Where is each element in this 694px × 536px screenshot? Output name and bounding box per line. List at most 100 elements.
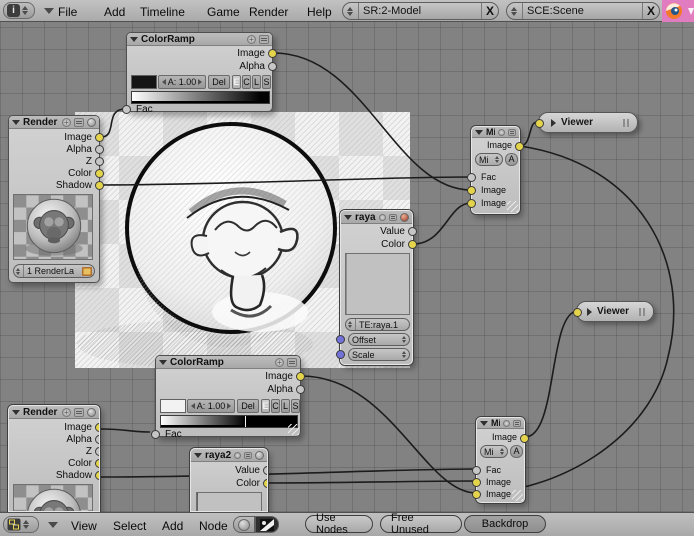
socket-shadow-out[interactable] bbox=[95, 181, 104, 190]
material-nodes-button[interactable] bbox=[233, 516, 255, 533]
editor-type-button[interactable] bbox=[3, 516, 39, 533]
socket-image-out[interactable] bbox=[520, 434, 529, 443]
collapse-triangle-icon[interactable] bbox=[480, 420, 488, 426]
socket-image-out[interactable] bbox=[95, 423, 99, 432]
node-colorramp-2-header[interactable]: ColorRamp + bbox=[156, 356, 300, 369]
mode-spinner-icon[interactable] bbox=[493, 154, 502, 165]
node-menu-icon[interactable] bbox=[244, 451, 252, 459]
layer-spinner-icon[interactable] bbox=[14, 265, 24, 277]
interp-spline-button[interactable]: S bbox=[291, 399, 300, 413]
socket-value-out[interactable] bbox=[263, 466, 267, 475]
plus-icon[interactable]: + bbox=[275, 357, 284, 367]
menu-add[interactable]: Add bbox=[159, 517, 186, 535]
socket-z-out[interactable] bbox=[95, 447, 99, 456]
socket-image-out[interactable] bbox=[296, 372, 305, 381]
menu-node[interactable]: Node bbox=[196, 517, 231, 535]
node-mix-2-header[interactable]: Mix bbox=[477, 418, 524, 429]
interp-linear-button[interactable]: L bbox=[252, 75, 261, 89]
socket-z-out[interactable] bbox=[95, 157, 104, 166]
ramp-color-swatch[interactable] bbox=[160, 399, 186, 413]
socket-alpha-out[interactable] bbox=[296, 385, 305, 394]
node-renderlayers-2[interactable]: Render Laye + Image Alpha Z Color Shadow bbox=[8, 405, 100, 512]
scale-field[interactable]: Scale bbox=[348, 348, 410, 361]
socket-value-out[interactable] bbox=[408, 227, 417, 236]
socket-alpha-out[interactable] bbox=[268, 62, 277, 71]
collapse-triangle-icon[interactable] bbox=[475, 129, 483, 135]
socket-image-out[interactable] bbox=[95, 133, 104, 142]
socket-image2-in[interactable] bbox=[472, 490, 481, 499]
scene-name[interactable]: SCE:Scene bbox=[523, 5, 642, 17]
panel-collapse-icon[interactable] bbox=[48, 522, 58, 528]
blend-mode-selector[interactable]: Mi bbox=[480, 445, 508, 458]
plus-icon[interactable] bbox=[498, 128, 505, 136]
render-layer-selector[interactable]: 1 RenderLa bbox=[13, 264, 95, 278]
texture-nodes-button[interactable] bbox=[255, 516, 279, 533]
plus-icon[interactable]: + bbox=[247, 34, 256, 44]
node-renderlayers-1[interactable]: Render Laye + Image Alpha Z Color Shadow… bbox=[8, 115, 104, 283]
interp-ease-button[interactable]: E bbox=[261, 399, 270, 413]
plus-icon[interactable]: + bbox=[62, 117, 71, 127]
scene-spinner-icon[interactable] bbox=[507, 3, 523, 19]
socket-image2-in[interactable] bbox=[467, 199, 476, 208]
node-renderlayers-2-header[interactable]: Render Laye + bbox=[9, 406, 99, 419]
mode-spinner-icon[interactable] bbox=[498, 446, 507, 457]
menu-select[interactable]: Select bbox=[110, 517, 149, 535]
expand-triangle-icon[interactable] bbox=[551, 118, 556, 127]
colorband-widget[interactable] bbox=[160, 415, 298, 428]
screen-name[interactable]: SR:2-Model bbox=[359, 5, 481, 17]
node-texture-raya2-header[interactable]: raya2 bbox=[191, 449, 267, 462]
menu-timeline[interactable]: Timeline bbox=[137, 3, 188, 21]
offset-field[interactable]: Offset bbox=[348, 333, 410, 346]
scale-spinner-icon[interactable] bbox=[400, 349, 409, 360]
menu-game[interactable]: Game bbox=[204, 3, 243, 21]
socket-fac-in[interactable] bbox=[151, 430, 160, 439]
node-menu-icon[interactable] bbox=[508, 128, 516, 136]
socket-fac-in[interactable] bbox=[122, 105, 131, 114]
collapse-triangle-icon[interactable] bbox=[130, 36, 138, 42]
collapse-triangle-icon[interactable] bbox=[12, 119, 20, 125]
increment-icon[interactable] bbox=[198, 79, 203, 85]
ramp-alpha-stepper[interactable]: A: 1.00 bbox=[158, 75, 206, 89]
expand-triangle-icon[interactable] bbox=[587, 307, 592, 316]
interp-cardinal-button[interactable]: C bbox=[271, 399, 280, 413]
delete-stop-button[interactable]: Del bbox=[208, 75, 230, 89]
node-colorramp-1[interactable]: ColorRamp + Image Alpha A: 1.00 Del E C … bbox=[122, 32, 277, 115]
preview-ball-icon[interactable] bbox=[87, 117, 96, 127]
plus-icon[interactable]: + bbox=[62, 407, 71, 417]
screen-close-button[interactable]: X bbox=[480, 3, 498, 19]
free-unused-button[interactable]: Free Unused bbox=[380, 512, 462, 536]
texture-datablock-field[interactable]: TE:raya.1 bbox=[345, 318, 410, 331]
menu-render[interactable]: Render bbox=[246, 3, 291, 21]
decrement-icon[interactable] bbox=[190, 403, 195, 409]
offset-spinner-icon[interactable] bbox=[400, 334, 409, 345]
screen-selector[interactable]: SR:2-Model X bbox=[342, 2, 499, 20]
node-colorramp-2[interactable]: ColorRamp + Image Alpha A: 1.00 Del E C … bbox=[151, 355, 305, 440]
header-collapse-icon[interactable] bbox=[44, 8, 54, 14]
menu-help[interactable]: Help bbox=[304, 3, 335, 21]
socket-alpha-out[interactable] bbox=[95, 435, 99, 444]
node-viewer-2[interactable]: Viewer bbox=[573, 301, 654, 322]
menu-file[interactable]: File bbox=[55, 3, 80, 21]
socket-image-out[interactable] bbox=[515, 142, 524, 151]
node-menu-icon[interactable] bbox=[259, 34, 269, 44]
socket-fac-in[interactable] bbox=[467, 173, 476, 182]
ramp-color-swatch[interactable] bbox=[131, 75, 157, 89]
collapse-triangle-icon[interactable] bbox=[12, 409, 20, 415]
socket-scale-in[interactable] bbox=[336, 350, 345, 359]
backdrop-button[interactable]: Backdrop bbox=[464, 515, 546, 533]
interp-ease-button[interactable]: E bbox=[232, 75, 241, 89]
preview-ball-icon[interactable] bbox=[255, 450, 264, 460]
decrement-icon[interactable] bbox=[161, 79, 166, 85]
alpha-toggle-button[interactable]: A bbox=[510, 445, 523, 458]
plus-icon[interactable] bbox=[234, 451, 241, 459]
resize-grip[interactable] bbox=[512, 490, 523, 501]
interp-linear-button[interactable]: L bbox=[281, 399, 290, 413]
colorband-active-stop[interactable] bbox=[245, 416, 247, 427]
use-nodes-button[interactable]: Use Nodes bbox=[305, 512, 373, 536]
socket-fac-in[interactable] bbox=[472, 466, 481, 475]
socket-image1-in[interactable] bbox=[467, 186, 476, 195]
node-mix-2[interactable]: Mix Image Mi A Fac Image Image bbox=[472, 417, 529, 503]
menu-view[interactable]: View bbox=[68, 517, 100, 535]
node-colorramp-1-header[interactable]: ColorRamp + bbox=[127, 33, 272, 46]
socket-image-out[interactable] bbox=[268, 49, 277, 58]
